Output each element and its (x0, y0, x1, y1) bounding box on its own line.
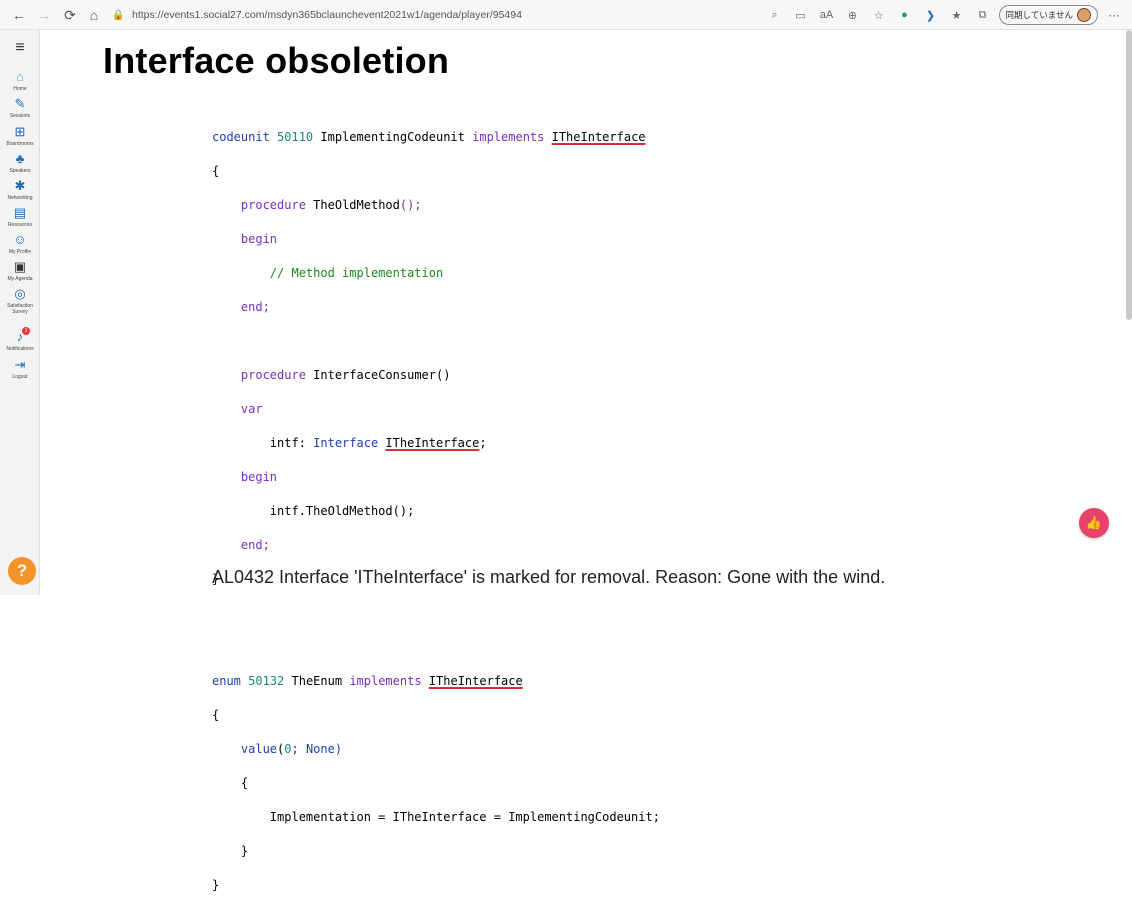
sidebar-item-label: Satisfaction Survey (7, 303, 33, 315)
sidebar-item-label: My Agenda (7, 276, 33, 282)
notification-badge: 1 (22, 327, 30, 335)
code-line: { (240, 776, 249, 790)
code-line: procedure TheOldMethod(); (240, 198, 422, 212)
code-line: enum 50132 TheEnum implements ITheInterf… (212, 674, 523, 688)
sidebar-item-label: Networking (7, 195, 33, 201)
sidebar-item-notifications[interactable]: ♪ 1 Notifications (0, 327, 40, 352)
code-line: begin (240, 232, 278, 246)
sync-label: 同期していません (1005, 10, 1074, 20)
code-line: } (212, 878, 220, 892)
search-icon[interactable]: ⌕ (765, 5, 785, 25)
sidebar-item-label: Notifications (6, 346, 34, 352)
code-line: // Method implementation (269, 266, 444, 280)
sidebar-item-boardrooms[interactable]: ⊞ Boardrooms (0, 124, 40, 148)
sidebar-item-label: Boardrooms (6, 141, 34, 147)
forward-icon[interactable]: → (33, 4, 55, 26)
agenda-icon: ▣ (13, 259, 27, 274)
boardrooms-icon: ⊞ (14, 124, 26, 139)
browser-toolbar: ← → ⟳ ⌂ 🔒 https://events1.social27.com/m… (0, 0, 1132, 30)
home-browser-icon[interactable]: ⌂ (83, 4, 105, 26)
more-options-icon[interactable]: ⋯ (1104, 5, 1124, 25)
sidebar-item-my-profile[interactable]: ☺ My Profile (0, 232, 40, 256)
code-line: intf.TheOldMethod(); (269, 504, 415, 518)
refresh-icon[interactable]: ⟳ (59, 4, 81, 26)
code-block: codeunit 50110 ImplementingCodeunit impl… (212, 112, 660, 911)
back-icon[interactable]: ← (8, 4, 30, 26)
code-line: var (240, 402, 263, 416)
zoom-icon[interactable]: ⊕ (843, 5, 863, 25)
sidebar-item-satisfaction-survey[interactable]: ◎ Satisfaction Survey (0, 286, 40, 316)
sidebar-item-label: Logout (12, 374, 28, 380)
slide-title: Interface obsoletion (103, 40, 450, 81)
sidebar-item-networking[interactable]: ✱ Networking (0, 178, 40, 202)
code-line: codeunit 50110 ImplementingCodeunit impl… (212, 130, 646, 144)
sidebar-item-sessions[interactable]: ✎ Sessions (0, 96, 40, 120)
networking-icon: ✱ (14, 178, 26, 193)
reader-icon[interactable]: ▭ (791, 5, 811, 25)
sidebar-item-label: My Profile (8, 249, 32, 255)
sidebar-item-logout[interactable]: ⇥ Logout (0, 357, 40, 381)
sidebar-item-my-agenda[interactable]: ▣ My Agenda (0, 259, 40, 283)
speakers-icon: ♣ (15, 151, 25, 166)
thumbs-up-icon: 👍 (1085, 515, 1103, 530)
code-line: intf: Interface ITheInterface; (269, 436, 487, 450)
sidebar-item-label: Speakers (9, 168, 31, 174)
logout-icon: ⇥ (14, 357, 26, 372)
favorites-icon[interactable]: ★ (947, 5, 967, 25)
code-line: } (240, 844, 249, 858)
code-line: Implementation = ITheInterface = Impleme… (269, 810, 660, 824)
help-button[interactable]: ? (8, 557, 36, 585)
code-line: end; (240, 538, 270, 552)
pen-icon: ✎ (14, 96, 26, 111)
sidebar-item-label: Sessions (9, 113, 31, 119)
menu-icon[interactable]: ≡ (10, 40, 30, 56)
code-line: { (212, 708, 220, 722)
code-line: procedure InterfaceConsumer() (240, 368, 451, 382)
read-aloud-icon[interactable]: aA (817, 5, 837, 25)
sidebar-item-speakers[interactable]: ♣ Speakers (0, 151, 40, 175)
event-sidebar: ≡ ⌂ Home ✎ Sessions ⊞ Boardrooms ♣ Speak… (0, 30, 40, 595)
profile-icon: ☺ (13, 232, 27, 247)
survey-icon: ◎ (14, 286, 26, 301)
favorite-add-icon[interactable]: ☆ (869, 5, 889, 25)
sidebar-item-home[interactable]: ⌂ Home (0, 69, 40, 93)
extension-green-icon[interactable]: ● (895, 5, 915, 25)
code-line: value(0; None) (240, 742, 343, 756)
browser-right-tools: ⌕ ▭ aA ⊕ ☆ ● ❯ ★ ⧉ 同期していません ⋯ (765, 4, 1125, 26)
sidebar-item-label: Resources (8, 222, 32, 228)
collections-icon[interactable]: ⧉ (973, 5, 993, 25)
address-bar[interactable]: 🔒 https://events1.social27.com/msdyn365b… (112, 5, 802, 25)
scrollbar[interactable] (1126, 30, 1132, 320)
sidebar-item-label: Home (13, 86, 27, 92)
url-text: https://events1.social27.com/msdyn365bcl… (132, 9, 522, 21)
like-button[interactable]: 👍 (1079, 508, 1109, 538)
code-line: { (212, 164, 220, 178)
sync-status-button[interactable]: 同期していません (998, 5, 1098, 25)
slide-caption: AL0432 Interface 'ITheInterface' is mark… (212, 567, 886, 587)
avatar (1077, 8, 1091, 22)
resources-icon: ▤ (13, 205, 27, 220)
extension-blue-icon[interactable]: ❯ (921, 5, 941, 25)
sidebar-item-resources[interactable]: ▤ Resources (0, 205, 40, 229)
lock-icon: 🔒 (112, 9, 125, 21)
code-line: begin (240, 470, 278, 484)
home-icon: ⌂ (16, 69, 24, 84)
code-line: end; (240, 300, 270, 314)
